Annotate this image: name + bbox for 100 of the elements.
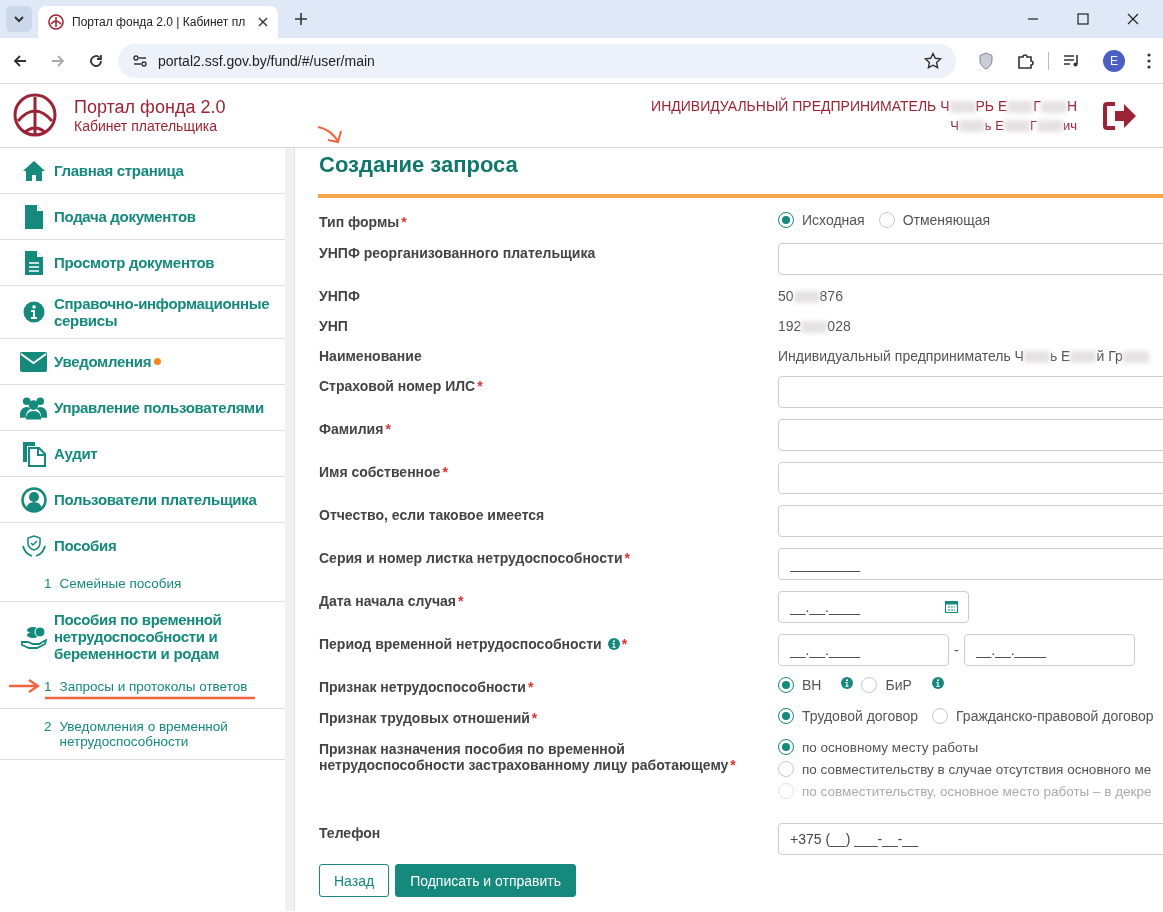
new-tab-icon[interactable]	[294, 12, 308, 26]
address-bar[interactable]: portal2.ssf.gov.by/fund/#/user/main	[118, 43, 956, 78]
portal-subtitle: Кабинет плательщика	[74, 118, 218, 134]
tab-title: Портал фонда 2.0 | Кабинет пл	[72, 15, 247, 29]
required-mark: *	[730, 757, 736, 773]
radio-option[interactable]: Трудовой договор	[778, 708, 919, 724]
date-field[interactable]: __.__.____	[778, 591, 969, 623]
forward-icon[interactable]	[50, 52, 66, 69]
radio-option[interactable]: Гражданско-правовой договор	[932, 708, 1154, 724]
maximize-icon[interactable]	[1077, 13, 1089, 25]
radio-option[interactable]: Исходная	[778, 212, 865, 228]
radio-option[interactable]: ВН	[778, 677, 822, 693]
menu-item[interactable]: Просмотр документов	[0, 240, 285, 285]
field-label: Признак назначения пособия по временной нетрудоспособности застрахованному лицу работающему	[319, 741, 729, 773]
tab-list-button[interactable]	[6, 6, 32, 32]
copy-document-icon	[20, 440, 47, 467]
radio-option[interactable]: по совместительству в случае отсутствия основного ме	[778, 761, 1152, 777]
field-value: Индивидуальный предприниматель Ч ь Е й Гр	[778, 346, 1149, 364]
field-label: Тип формы	[319, 214, 400, 230]
required-mark: *	[531, 710, 538, 726]
field-label: Признак нетрудоспособности	[319, 679, 526, 695]
menu-icon[interactable]	[1147, 52, 1151, 69]
menu-item[interactable]: Уведомления	[0, 339, 285, 384]
close-icon[interactable]	[1127, 13, 1139, 25]
calendar-icon[interactable]	[945, 600, 958, 613]
annotation-arrow-icon	[8, 678, 40, 694]
users-icon	[20, 395, 47, 420]
star-icon[interactable]	[924, 51, 942, 70]
input-field[interactable]	[778, 376, 1163, 408]
field-label: УНПФ реорганизованного плательщика	[319, 245, 596, 261]
profile-avatar[interactable]: E	[1103, 49, 1125, 72]
puzzle-icon[interactable]	[1016, 51, 1034, 70]
field-label: Имя собственное	[319, 464, 441, 480]
menu-item[interactable]: Пользователи плательщика	[0, 477, 285, 522]
envelope-icon	[20, 351, 47, 372]
field-label: Страховой номер ИЛС	[319, 378, 476, 394]
field-label: Признак трудовых отношений	[319, 710, 530, 726]
menu-item[interactable]: Пособия	[0, 523, 285, 568]
close-icon[interactable]	[258, 17, 268, 27]
input-field[interactable]	[778, 419, 1163, 451]
input-field[interactable]	[778, 243, 1163, 275]
logo-icon	[48, 14, 64, 30]
back-button[interactable]: Назад	[319, 864, 390, 897]
required-mark: *	[477, 378, 483, 394]
field-label: УНПФ	[319, 288, 360, 304]
field-label: УНП	[319, 318, 348, 334]
info-icon[interactable]	[841, 677, 854, 689]
field-label: Дата начала случая	[319, 593, 457, 609]
required-mark: *	[401, 214, 407, 230]
shield-hands-icon	[20, 533, 47, 558]
field-label: Наименование	[319, 348, 422, 364]
required-mark: *	[624, 550, 630, 566]
input-field[interactable]: __.__.____	[963, 634, 1135, 666]
input-field[interactable]: +375 (__) ___-__-__	[778, 823, 1163, 855]
browser-tab[interactable]: Портал фонда 2.0 | Кабинет пл	[38, 6, 278, 38]
radio-option: по совместительству, основное место работы – в декре	[778, 783, 1152, 799]
input-field[interactable]	[778, 505, 1163, 537]
reload-icon[interactable]	[88, 52, 104, 69]
menu-item[interactable]: Аудит	[0, 431, 285, 476]
submenu-item[interactable]: 1 Запросы и протоколы ответов	[0, 679, 285, 704]
site-info-icon[interactable]	[132, 52, 148, 69]
url-text: portal2.ssf.gov.by/fund/#/user/main	[158, 52, 375, 69]
field-value: 50 876	[778, 287, 843, 304]
caret-icon	[13, 13, 25, 25]
required-mark: *	[385, 421, 391, 437]
field-label: Отчество, если таковое имеется	[319, 507, 545, 523]
field-label: Фамилия	[319, 421, 384, 437]
menu-item[interactable]: Подача документов	[0, 194, 285, 239]
info-icon[interactable]	[607, 638, 620, 650]
user-organization: ИНДИВИДУАЛЬНЫЙ ПРЕДПРИНИМАТЕЛЬ Ч РЬ Е Г Н	[651, 96, 1077, 116]
required-mark: *	[527, 679, 534, 695]
field-label: Серия и номер листка нетрудоспособности	[319, 550, 623, 566]
range-separator: -	[954, 641, 959, 658]
required-mark: *	[621, 636, 628, 652]
field-value: 192 028	[778, 317, 851, 334]
input-field[interactable]: __.__.____	[778, 634, 949, 666]
portal-title: Портал фонда 2.0	[74, 97, 226, 118]
input-field[interactable]: _________	[778, 548, 1163, 580]
required-mark: *	[442, 464, 448, 480]
required-mark: *	[458, 593, 464, 609]
field-label: Телефон	[319, 825, 381, 841]
info-icon[interactable]	[931, 677, 944, 689]
submit-button[interactable]: Подписать и отправить	[395, 864, 577, 897]
back-icon[interactable]	[12, 52, 28, 69]
menu-item[interactable]: Главная страница	[0, 148, 285, 193]
menu-item[interactable]: Справочно-информационные сервисы	[0, 286, 285, 338]
input-field[interactable]	[778, 462, 1163, 494]
page-title: Создание запроса	[319, 152, 519, 179]
menu-item[interactable]: Пособия по временной нетрудоспособности и беременности и родам	[0, 602, 285, 671]
menu-item[interactable]: Управление пользователями	[0, 385, 285, 430]
field-label: Период временной нетрудоспособности	[319, 636, 602, 652]
user-name: Ч ь Е Г ич	[949, 116, 1077, 135]
radio-option[interactable]: БиР	[861, 677, 912, 693]
radio-option[interactable]: Отменяющая	[878, 212, 991, 228]
submenu-item[interactable]: 1 Семейные пособия	[0, 576, 285, 601]
radio-option[interactable]: по основному месту работы	[778, 739, 979, 755]
media-icon[interactable]	[1063, 52, 1081, 69]
shield-icon[interactable]	[978, 51, 994, 70]
logout-icon[interactable]	[1103, 101, 1137, 130]
scrollbar-track[interactable]	[285, 148, 295, 911]
